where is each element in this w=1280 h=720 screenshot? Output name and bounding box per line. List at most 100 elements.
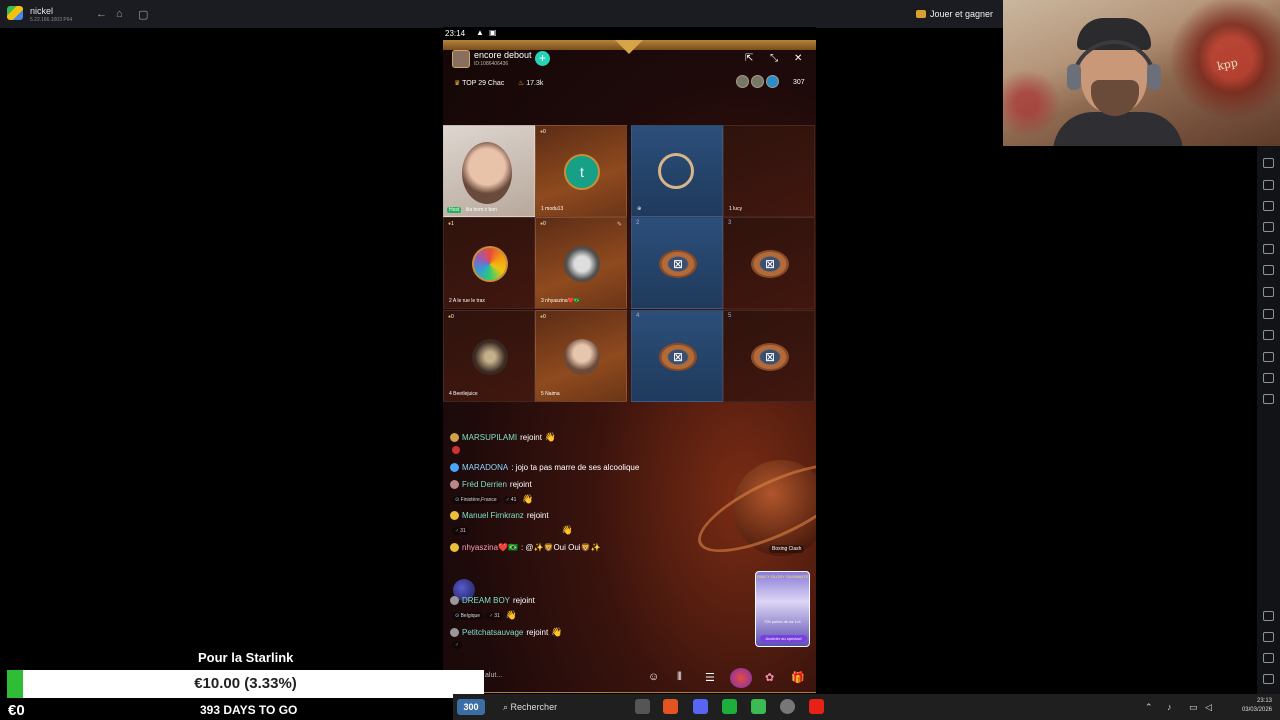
recents-nav-icon[interactable]: [1263, 674, 1274, 684]
boxing-clash-tag[interactable]: Boxing Clash: [769, 545, 805, 553]
seat-host[interactable]: Host lila hom c bon: [443, 125, 535, 217]
record-icon[interactable]: [1263, 222, 1274, 232]
top-rank-badge[interactable]: ♛ TOP 29 Chac: [454, 79, 504, 87]
promo-button[interactable]: Accéder au spectacl: [760, 635, 807, 642]
wave-icon[interactable]: 👋: [522, 494, 533, 505]
chat-text: rejoint: [513, 596, 535, 605]
wave-icon[interactable]: 👋: [562, 525, 573, 536]
seat-2[interactable]: ●1 2 A le rue le trax: [443, 217, 535, 309]
back-icon[interactable]: ←: [96, 8, 107, 20]
viewer-count[interactable]: 307: [793, 79, 805, 86]
seat-3[interactable]: ●0 ✎ 3 nhyaszina❤️🇧🇷: [535, 217, 627, 309]
seat-number: 2: [636, 220, 640, 226]
settings-icon[interactable]: [1263, 611, 1274, 621]
viewer-avatars[interactable]: [736, 75, 779, 88]
seat-empty-3[interactable]: 3 ⊠: [723, 217, 815, 309]
chat-tags: ⊙ Belgique ♂ 31 👋: [452, 610, 517, 621]
game-icon[interactable]: [730, 668, 752, 688]
gift-icon[interactable]: 🎁: [791, 671, 805, 684]
layers-icon[interactable]: [1263, 352, 1274, 362]
menu-icon[interactable]: ☰: [705, 671, 715, 684]
toolbar-icon[interactable]: [1263, 158, 1274, 168]
close-icon[interactable]: ✕: [794, 53, 802, 64]
youtube-icon[interactable]: [809, 699, 824, 714]
emulator-subtitle: 5.22.166.1003 P64: [30, 17, 73, 23]
clock[interactable]: 23:13 03/03/2026: [1242, 697, 1272, 715]
chat-username[interactable]: nhyaszina❤️🇧🇷: [462, 543, 518, 552]
chat-tags: ♂ 31 👋: [452, 525, 573, 536]
chat-badge: [452, 446, 460, 454]
seat-empty-5[interactable]: 5 ⊠: [723, 310, 815, 402]
task-view-icon[interactable]: [635, 699, 650, 714]
rose-icon[interactable]: ✿: [765, 671, 774, 684]
minimize-icon[interactable]: ⤡: [770, 53, 778, 64]
chat-text: rejoint: [509, 480, 532, 489]
seat-empty-speaking[interactable]: ⊕: [631, 125, 723, 217]
voice-icon[interactable]: ⦀: [677, 671, 682, 684]
user-level-icon: [450, 480, 459, 489]
shake-icon[interactable]: [1263, 265, 1274, 275]
home-nav-icon[interactable]: [1263, 653, 1274, 663]
chat-tags: ♂: [452, 641, 462, 649]
screenshot-icon[interactable]: [1263, 201, 1274, 211]
sofa-icon: ⊠: [751, 250, 789, 278]
chat-username[interactable]: DREAM BOY: [462, 596, 510, 605]
keyboard-icon[interactable]: [1263, 180, 1274, 190]
chat-username[interactable]: MARADONA: [462, 463, 508, 472]
avatar: [736, 75, 749, 88]
chat-text: rejoint: [526, 628, 549, 637]
back-nav-icon[interactable]: [1263, 632, 1274, 642]
seat-lucy[interactable]: 1 lucy: [723, 125, 815, 217]
app-green-icon[interactable]: [722, 699, 737, 714]
brave-icon[interactable]: [663, 699, 678, 714]
seat-4[interactable]: ●0 4 Beetlejuice: [443, 310, 535, 402]
bluestacks-icon[interactable]: [751, 699, 766, 714]
seat-5[interactable]: ●0 5 Naima: [535, 310, 627, 402]
share-icon[interactable]: ⇱: [745, 53, 753, 64]
popularity-badge: ♨ 17.3k: [518, 79, 543, 87]
promo-banner[interactable]: FANCY GLORY GAGNANTE 700 points de ca 1v…: [755, 571, 810, 647]
weather-widget[interactable]: 300: [457, 699, 485, 715]
chat-input[interactable]: alut...: [485, 672, 502, 679]
sofa-icon: ⊠: [659, 343, 697, 371]
recents-icon[interactable]: ▢: [138, 8, 148, 21]
seat-number: 5: [728, 313, 732, 319]
user-level-icon: [450, 543, 459, 552]
avatar: t: [564, 154, 600, 190]
chat-username[interactable]: Fréd Derrien: [462, 480, 507, 489]
wave-icon[interactable]: 👋: [506, 610, 517, 621]
donation-days-left: 393 DAYS TO GO: [200, 703, 298, 717]
live-room: encore debout ID:1086406436 + ⇱ ⤡ ✕ ♛ TO…: [443, 40, 816, 693]
microphone-icon[interactable]: ♪: [1167, 702, 1172, 712]
room-avatar[interactable]: [452, 50, 470, 68]
emoji-icon[interactable]: ☺: [648, 671, 659, 683]
tray-expand-icon[interactable]: ⌃: [1145, 702, 1153, 713]
chat-username[interactable]: Manuel Firnkranz: [462, 511, 524, 520]
seat-empty-4[interactable]: 4 ⊠: [631, 310, 723, 402]
home-icon[interactable]: ⌂: [116, 8, 123, 20]
sync-icon[interactable]: [1263, 373, 1274, 383]
taskbar-search[interactable]: ⌕ Rechercher: [493, 699, 623, 715]
chat-text: rejoint: [520, 433, 542, 442]
emulator-logo-icon: [7, 6, 23, 20]
volume-icon[interactable]: ◁: [1205, 702, 1212, 713]
media-icon[interactable]: [1263, 244, 1274, 254]
rotate-icon[interactable]: [1263, 287, 1274, 297]
chat-message: MARSUPILAMI rejoint 👋: [450, 432, 556, 443]
chat-username[interactable]: MARSUPILAMI: [462, 433, 517, 442]
seat-1[interactable]: ●0 t 1 modu13: [535, 125, 627, 217]
mic-muted-icon: ✎: [616, 222, 622, 228]
more-icon[interactable]: [1263, 394, 1274, 404]
wave-icon[interactable]: 👋: [551, 627, 562, 638]
chat-username[interactable]: Petitchatsauvage: [462, 628, 523, 637]
discord-icon[interactable]: [693, 699, 708, 714]
top-rank-label: TOP 29 Chac: [462, 80, 505, 87]
follow-button[interactable]: +: [535, 51, 550, 66]
eraser-icon[interactable]: [1263, 309, 1274, 319]
location-icon[interactable]: [1263, 330, 1274, 340]
seat-empty-2[interactable]: 2 ⊠: [631, 217, 723, 309]
obs-icon[interactable]: [780, 699, 795, 714]
wave-icon[interactable]: 👋: [545, 432, 556, 443]
network-icon[interactable]: ▭: [1189, 702, 1198, 713]
play-and-win-button[interactable]: Jouer et gagner: [915, 9, 993, 19]
